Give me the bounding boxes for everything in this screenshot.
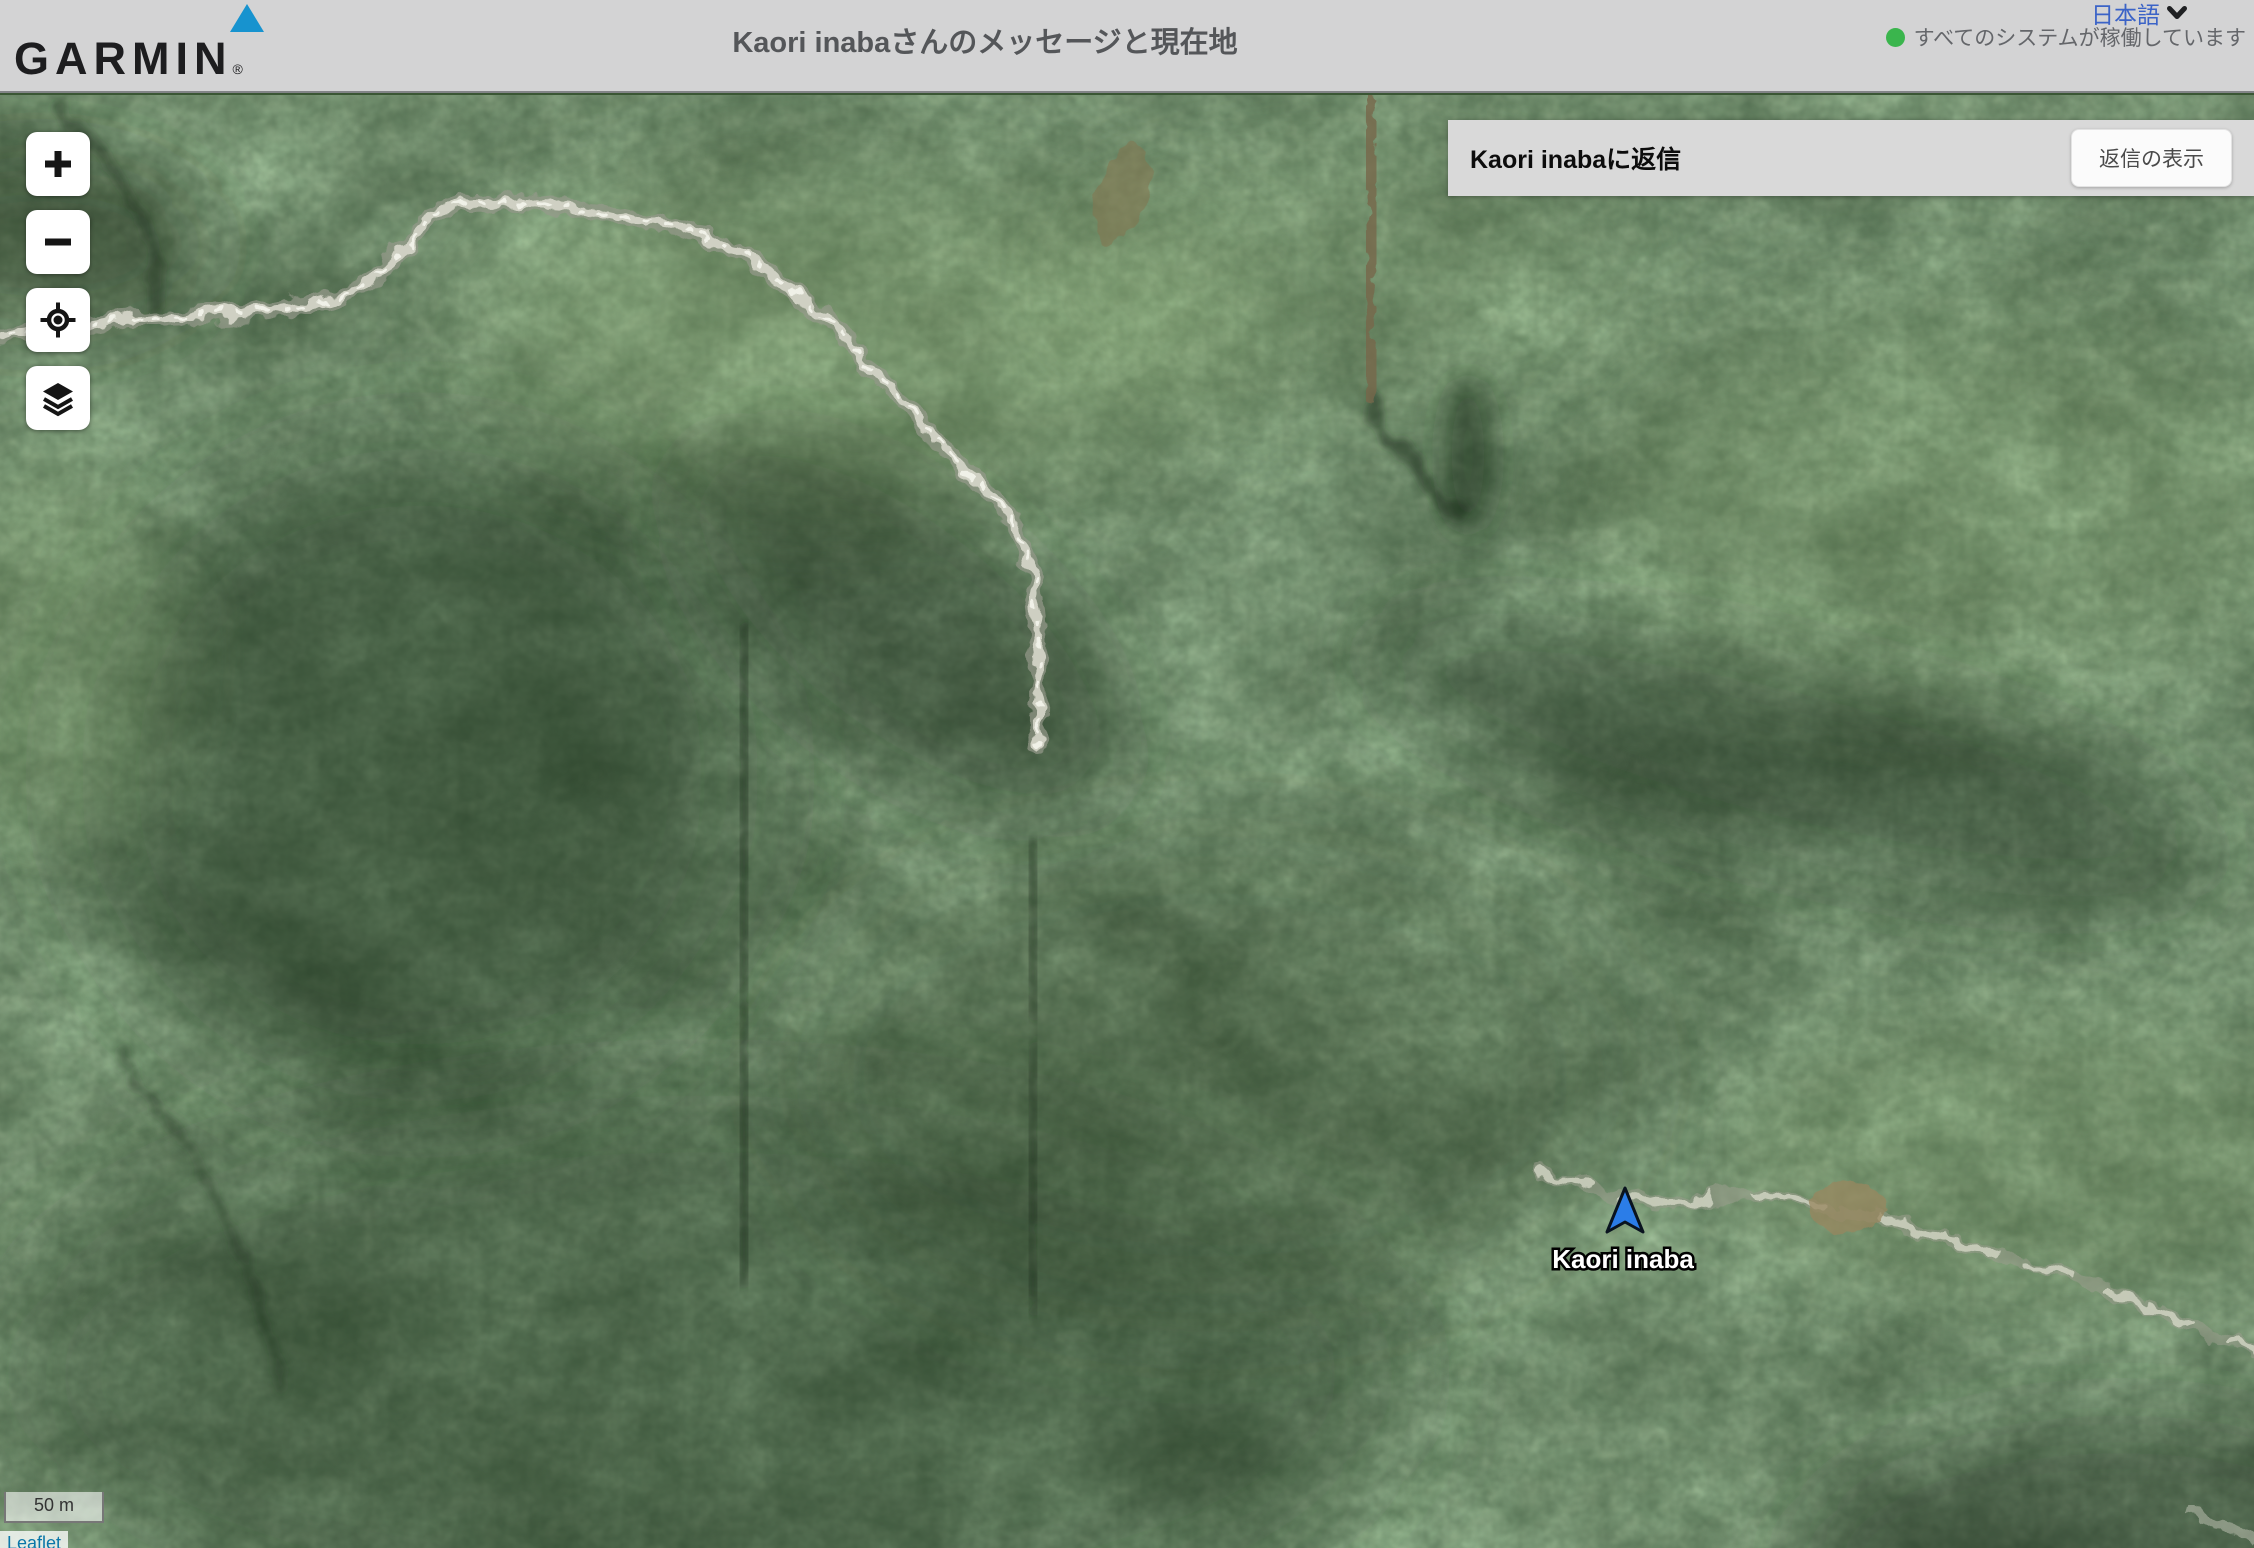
leaflet-link[interactable]: Leaflet bbox=[7, 1533, 61, 1548]
system-status: すべてのシステムが稼働しています bbox=[1886, 22, 2246, 52]
garmin-delta-icon bbox=[230, 4, 264, 32]
map-controls bbox=[26, 132, 90, 444]
page-title: Kaori inabaさんのメッセージと現在地 bbox=[732, 19, 1237, 61]
scale-control: 50 m bbox=[4, 1492, 104, 1523]
layers-icon bbox=[39, 379, 77, 417]
satellite-imagery: Kaori inaba bbox=[0, 95, 2254, 1548]
zoom-in-button[interactable] bbox=[26, 132, 90, 196]
status-label: すべてのシステムが稼働しています bbox=[1914, 22, 2246, 52]
reply-panel-title: Kaori inabaに返信 bbox=[1470, 140, 1681, 176]
locate-button[interactable] bbox=[26, 288, 90, 352]
crosshair-icon bbox=[39, 301, 77, 339]
status-dot-icon bbox=[1886, 28, 1905, 47]
chevron-down-icon bbox=[2167, 6, 2187, 21]
layers-button[interactable] bbox=[26, 366, 90, 430]
zoom-out-button[interactable] bbox=[26, 210, 90, 274]
marker-label: Kaori inaba bbox=[1552, 1244, 1694, 1274]
garmin-logo: GARMIN® bbox=[14, 36, 243, 81]
map-viewport[interactable]: Kaori inaba bbox=[0, 95, 2254, 1548]
show-replies-button[interactable]: 返信の表示 bbox=[2071, 129, 2232, 187]
leaflet-attribution: Leaflet bbox=[0, 1531, 68, 1548]
registered-mark: ® bbox=[232, 61, 242, 77]
header: GARMIN® Kaori inabaさんのメッセージと現在地 日本語 すべての… bbox=[0, 0, 2254, 93]
garmin-wordmark: GARMIN bbox=[14, 33, 232, 84]
scale-label: 50 m bbox=[34, 1495, 74, 1515]
minus-icon bbox=[41, 225, 75, 259]
reply-panel: Kaori inabaに返信 返信の表示 bbox=[1448, 120, 2254, 196]
plus-icon bbox=[41, 147, 75, 181]
